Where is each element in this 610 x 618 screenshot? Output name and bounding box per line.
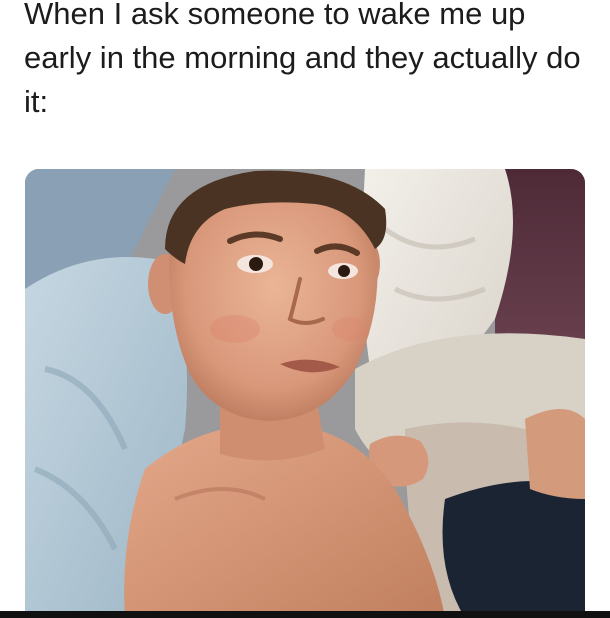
bottom-border	[0, 611, 610, 618]
shorts	[442, 481, 585, 618]
meme-photo	[25, 169, 585, 618]
left-pupil	[249, 257, 263, 271]
boy-in-bed-illustration	[25, 169, 585, 618]
meme-post: When I ask someone to wake me up early i…	[0, 0, 610, 618]
right-pupil	[338, 265, 350, 277]
knee	[525, 409, 585, 499]
meme-caption: When I ask someone to wake me up early i…	[24, 0, 581, 119]
